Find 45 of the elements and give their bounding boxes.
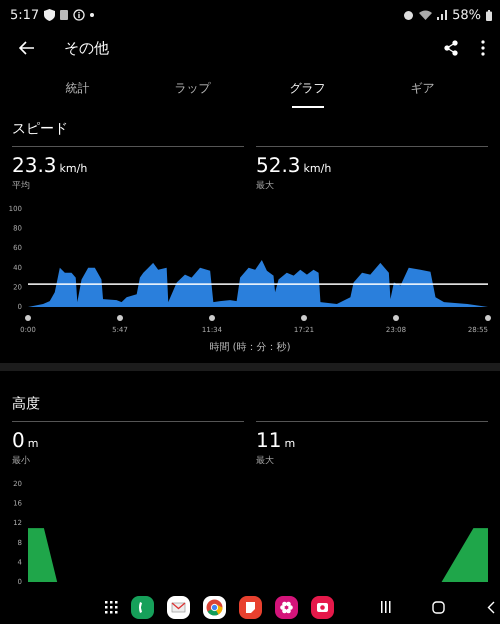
battery-icon — [486, 10, 492, 20]
tab[interactable]: 統計 — [20, 66, 135, 110]
app-grid-icon[interactable] — [104, 600, 118, 614]
stat-unit: m — [28, 437, 38, 450]
stat-value: 0 — [12, 428, 25, 452]
tick-marker — [485, 315, 491, 321]
stat-unit: km/h — [60, 162, 88, 175]
camera-app-icon[interactable] — [311, 596, 334, 618]
shield-icon — [44, 9, 56, 21]
notes-app-icon[interactable] — [239, 596, 262, 618]
sim-card-icon — [60, 10, 68, 20]
stat-value: 52.3 — [256, 153, 301, 177]
browser-app-icon[interactable] — [203, 596, 226, 618]
tick-marker — [301, 315, 307, 321]
dot-icon — [90, 13, 94, 17]
section-title: スピード — [12, 121, 68, 137]
tab[interactable]: ギア — [365, 66, 480, 110]
tab[interactable]: ラップ — [135, 66, 250, 110]
home-icon[interactable] — [432, 600, 445, 614]
tab[interactable]: グラフ — [250, 66, 365, 110]
tick-marker — [209, 315, 215, 321]
tick-marker — [117, 315, 123, 321]
stat-unit: m — [284, 437, 296, 450]
phone-app-icon[interactable] — [131, 596, 154, 618]
section-title: 高度 — [12, 396, 40, 412]
wifi-icon — [419, 10, 432, 20]
stat-value: 11 — [256, 428, 282, 452]
stat-label: 最大 — [256, 180, 275, 192]
page-title: その他 — [64, 38, 110, 58]
signal-icon — [437, 10, 448, 20]
status-time: 5:17 — [10, 8, 40, 22]
tick-marker — [393, 315, 399, 321]
tick-marker — [25, 315, 31, 321]
back-nav-icon[interactable] — [487, 600, 495, 614]
stat-label: 平均 — [12, 180, 31, 192]
battery-percent: 58% — [452, 8, 481, 22]
axis-title: 時間 (時：分：秒) — [210, 340, 290, 354]
mail-app-icon[interactable] — [167, 596, 190, 618]
stat-label: 最大 — [256, 454, 275, 467]
stat-value: 23.3 — [12, 153, 57, 177]
recent-apps-icon[interactable] — [380, 601, 392, 613]
info-icon — [73, 9, 86, 21]
flower-app-icon[interactable] — [275, 596, 298, 618]
stat-label: 最小 — [12, 454, 31, 467]
stat-unit: km/h — [304, 162, 332, 175]
